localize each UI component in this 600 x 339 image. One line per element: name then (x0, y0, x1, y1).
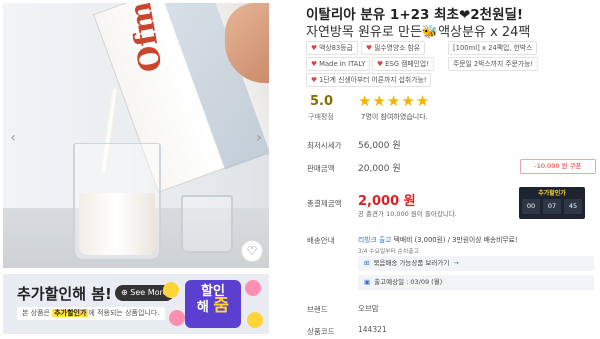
final-price-note: 공 총견가 10,000 원이 들아갔니다. (358, 210, 457, 218)
final-price-value: 2,000 원 (358, 194, 416, 209)
tag-label: [100ml] x 24팩입, 한박스 (453, 44, 533, 52)
sale-price-label: 판매금액 (307, 164, 335, 173)
rating-count: 7명이 참여하였습니다. (361, 113, 428, 121)
calendar-icon: ▣ (364, 278, 371, 286)
tag-label: 필수영양소 함유 (374, 44, 421, 52)
next-image-chevron-icon[interactable]: › (251, 128, 267, 148)
tag-label: Made in ITALY (319, 60, 366, 68)
bundle-shipping-link[interactable]: ⊞ 묶음배송 가능상품 보러가기 → (358, 256, 594, 271)
product-code-label: 상품코드 (307, 327, 335, 336)
shipping-fee: 택배비 (3,000원) / 3만원이상 배송비무료! (391, 236, 518, 244)
timer-hours: 00 (522, 199, 540, 214)
product-code-value: 144321 (358, 325, 387, 334)
wishlist-heart-icon[interactable]: ♡ (241, 240, 263, 262)
coupon-button[interactable]: -10,000 원 쿠폰 (520, 159, 596, 174)
tag-label: 주문일 2박스까지 주문가능! (453, 60, 534, 68)
release-date: 출고예상일 : 03/09 (월) (374, 278, 443, 286)
shipping-origin: 리빙크 출고 (358, 236, 392, 244)
product-tag: ♥ Made in ITALY (306, 57, 371, 71)
arrow-right-icon: → (453, 259, 459, 267)
brand-value[interactable]: 오브맘 (358, 303, 379, 314)
promo-banner[interactable]: 추가할인해 봄! ⊕ See More 본 상품은 추가할인가 에 적용되는 상품… (3, 274, 269, 334)
tag-label: 1단계 신생아부터 어른까지 섭취가능! (319, 76, 427, 84)
play-icon: ⊕ (121, 288, 128, 297)
discount-badge: 할인 해 줌 (163, 276, 263, 332)
countdown-timer: 추가할인가 00 07 45 (519, 187, 585, 219)
tag-label: ESG 캠페인업! (385, 60, 429, 68)
product-subtitle: 자연방목 원유로 만든🐝액상분유 x 24팩 (306, 25, 531, 40)
badge-line2: 해 (196, 300, 209, 315)
final-price-label: 총결제금액 (307, 199, 342, 208)
plus-box-icon: ⊞ (364, 259, 370, 267)
product-tag: ♥ 1단계 신생아부터 어른까지 섭취가능! (306, 73, 432, 87)
product-tag: ♥ ESG 캠페인업! (372, 57, 434, 71)
timer-minutes: 07 (543, 199, 561, 214)
rating-stars-icon: ★★★★★ (358, 92, 431, 110)
heart-icon: ♥ (366, 44, 373, 52)
flower-icon (163, 282, 179, 298)
rating-score: 5.0 (310, 94, 334, 109)
prev-image-chevron-icon[interactable]: ‹ (5, 128, 21, 148)
rating-label: 구매평점 (308, 113, 334, 121)
flower-icon (245, 280, 261, 296)
milk-in-glass (79, 193, 155, 255)
shipping-info: 리빙크 출고 택배비 (3,000원) / 3만원이상 배송비무료! (358, 234, 518, 244)
banner-title: 추가할인해 봄! (17, 285, 112, 303)
flower-icon (247, 312, 263, 328)
product-tag: ♥ 액상83등급 (306, 41, 358, 55)
product-tag: [100ml] x 24팩입, 한박스 (448, 41, 538, 55)
release-date-box: ▣ 출고예상일 : 03/09 (월) (358, 275, 594, 290)
product-image: Ofmom ‹ › ♡ (3, 3, 269, 268)
sale-price-value: 20,000 원 (358, 164, 401, 174)
product-title: 이탈리아 분유 1+23 최초❤2천원딜! (306, 7, 524, 23)
brand-label: 브랜드 (307, 305, 328, 314)
product-tag: ♥ 필수영양소 함유 (361, 41, 426, 55)
shipping-schedule: 3/4 수요일부터 순차출고 (358, 249, 420, 255)
see-more-label: See More (130, 288, 168, 297)
product-tag: 주문일 2박스까지 주문가능! (448, 57, 539, 71)
heart-icon: ♥ (311, 76, 318, 84)
heart-icon: ♥ (311, 44, 318, 52)
banner-sub-pre: 본 상품은 (22, 309, 53, 317)
tag-label: 액상83등급 (319, 44, 353, 52)
badge-lettering: 할인 해 줌 (185, 280, 241, 328)
carton-logo: Ofmom (113, 3, 170, 75)
heart-icon: ♥ (311, 60, 318, 68)
banner-sub-highlight: 추가할인가 (52, 309, 89, 317)
heart-icon: ♥ (377, 60, 384, 68)
milk-glass (73, 143, 161, 261)
lowest-price-value: 56,000 원 (358, 141, 401, 151)
shipping-label: 배송안내 (307, 236, 335, 245)
bundle-link-label: 묶음배송 가능상품 보러가기 (373, 259, 450, 267)
lowest-price-label: 최저시세가 (307, 141, 342, 150)
banner-sub-post: 에 적용되는 상품입니다. (88, 309, 160, 317)
badge-big: 줌 (213, 296, 230, 316)
timer-seconds: 45 (564, 199, 582, 214)
banner-subtext: 본 상품은 추가할인가 에 적용되는 상품입니다. (17, 307, 165, 320)
measuring-jug (181, 195, 233, 253)
timer-title: 추가할인가 (538, 190, 566, 197)
flower-icon (169, 310, 185, 326)
